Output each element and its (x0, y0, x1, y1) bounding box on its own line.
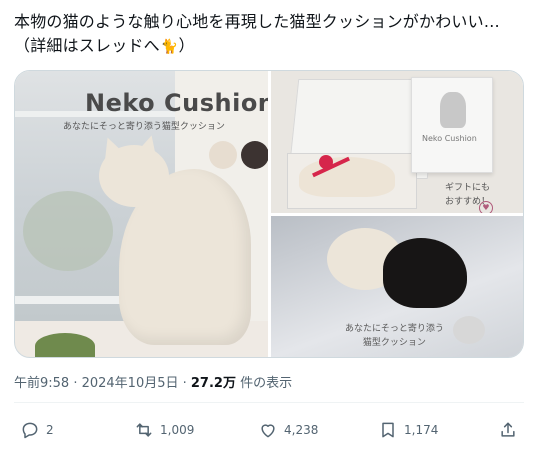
gift-line-1: ギフトにも (445, 183, 491, 193)
media-grid: Neko Cushion あなたにそっと寄り添う猫型クッション Neko Cus… (14, 70, 524, 358)
divider (14, 402, 524, 403)
media-image-main[interactable]: Neko Cushion あなたにそっと寄り添う猫型クッション (15, 71, 268, 357)
view-count: 27.2万 (190, 376, 236, 391)
caption-line-1: あなたにそっと寄り添う (345, 324, 444, 334)
media-image-bottom-right[interactable]: あなたにそっと寄り添う 猫型クッション (271, 216, 523, 357)
color-swatch-cream (209, 141, 237, 169)
like-count: 4,238 (284, 423, 319, 437)
post-timestamp[interactable]: 午前9:58 · 2024年10月5日 · (14, 376, 191, 391)
tree-blur (23, 191, 113, 271)
repost-icon (134, 420, 154, 440)
plant (35, 333, 95, 357)
action-bar: 2 1,009 4,238 1,174 (14, 416, 524, 444)
post-body: 本物の猫のような触り心地を再現した猫型クッションがかわいい…（詳細はスレッドへ (14, 12, 501, 55)
bottom-right-caption: あなたにそっと寄り添う 猫型クッション (345, 322, 444, 350)
post-meta: 午前9:58 · 2024年10月5日 · 27.2万 件の表示 (14, 372, 292, 391)
color-swatch-dark (241, 141, 268, 169)
repost-button[interactable]: 1,009 (134, 416, 194, 444)
cat-silhouette-icon (440, 92, 466, 128)
product-box: Neko Cushion (411, 77, 493, 173)
post-text: 本物の猫のような触り心地を再現した猫型クッションがかわいい…（詳細はスレッドへ🐈… (14, 10, 524, 59)
share-button[interactable] (498, 416, 518, 444)
heart-badge-icon: ♥ (479, 201, 493, 213)
like-button[interactable]: 4,238 (258, 416, 318, 444)
ribbon-bow (319, 155, 333, 169)
cat-emoji-icon: 🐈 (160, 39, 179, 55)
reply-icon (20, 420, 40, 440)
cat-cushion-head (99, 145, 169, 207)
bookmark-button[interactable]: 1,174 (378, 416, 438, 444)
bookmark-count: 1,174 (404, 423, 439, 437)
product-title: Neko Cushion (85, 89, 268, 117)
heart-icon (258, 420, 278, 440)
bookmark-icon (378, 420, 398, 440)
share-icon (498, 420, 518, 440)
repost-count: 1,009 (160, 423, 195, 437)
view-count-suffix: 件の表示 (235, 376, 293, 391)
product-box-label: Neko Cushion (422, 134, 477, 143)
product-subtitle: あなたにそっと寄り添う猫型クッション (63, 122, 225, 132)
media-image-top-right[interactable]: Neko Cushion ギフトにも おすすめ！ ♥ (271, 71, 523, 213)
cat-face-icon (453, 316, 485, 344)
post-body-tail: ） (178, 36, 195, 55)
reply-count: 2 (46, 423, 54, 437)
reply-button[interactable]: 2 (20, 416, 54, 444)
caption-line-2: 猫型クッション (362, 338, 426, 348)
